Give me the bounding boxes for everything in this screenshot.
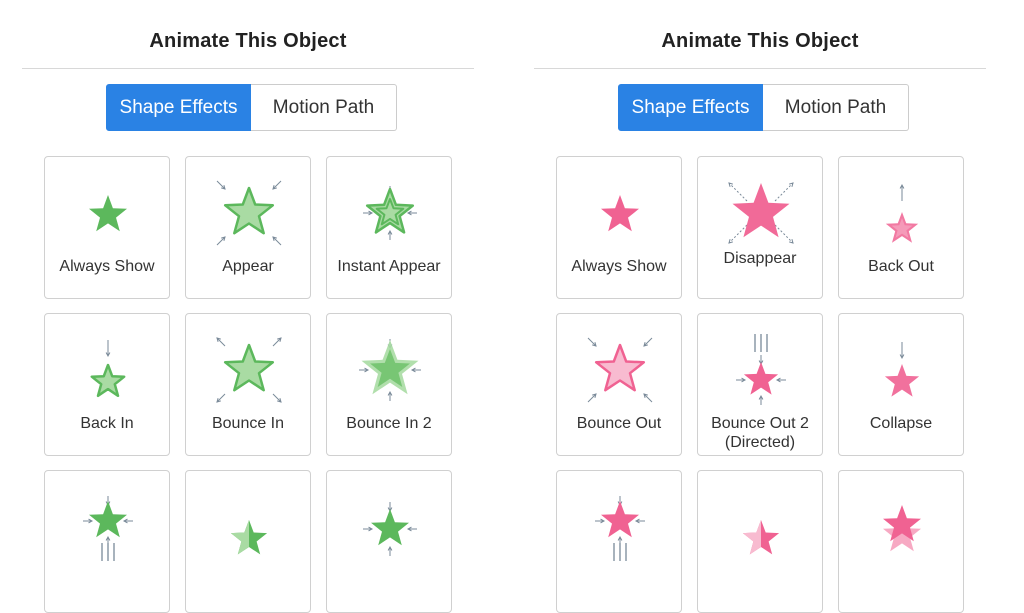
star-instant-appear-icon	[363, 186, 417, 240]
star-collapse-icon	[884, 342, 920, 397]
title-divider	[22, 68, 474, 69]
effect-label: Bounce In	[211, 415, 285, 432]
star-half-icon	[742, 520, 780, 555]
star-appear-icon	[216, 180, 282, 246]
effect-card-back-in[interactable]: Back In	[44, 313, 170, 456]
effect-type-toggle: Shape Effects Motion Path	[106, 84, 397, 131]
effect-card-bounce-in-2[interactable]: Bounce In 2	[326, 313, 452, 456]
effect-card-bounce-out[interactable]: Bounce Out	[556, 313, 682, 456]
effect-card-effect-6[interactable]	[44, 470, 170, 613]
effect-card-appear[interactable]: Appear	[185, 156, 311, 299]
panel-title: Animate This Object	[149, 30, 347, 52]
star-converge-icon	[363, 502, 417, 556]
effect-card-effect-8[interactable]	[326, 470, 452, 613]
star-bounce-in-2-icon	[359, 339, 421, 401]
effect-label: Bounce Out	[576, 415, 662, 432]
effect-card-bounce-out-2-directed[interactable]: Bounce Out 2 (Directed)	[697, 313, 823, 456]
effect-label: Collapse	[869, 415, 933, 432]
shape-effects-tab[interactable]: Shape Effects	[106, 84, 251, 131]
effect-card-always-show[interactable]: Always Show	[44, 156, 170, 299]
star-icon	[601, 195, 639, 232]
effect-card-effect-7[interactable]	[697, 470, 823, 613]
star-back-in-icon	[90, 340, 126, 398]
shape-effects-tab[interactable]: Shape Effects	[618, 84, 763, 131]
star-stack-icon	[883, 505, 921, 552]
star-partial-icon	[595, 496, 645, 561]
effect-card-back-out[interactable]: Back Out	[838, 156, 964, 299]
effect-label: Bounce In 2	[346, 415, 432, 432]
animate-panel-left: Animate This Object Shape Effects Motion P…	[22, 0, 474, 613]
effect-label: Bounce Out 2 (Directed)	[711, 415, 809, 451]
star-back-out-icon	[885, 183, 919, 243]
effect-label: Always Show	[59, 258, 155, 275]
star-partial-icon	[83, 496, 133, 561]
effect-label: Instant Appear	[337, 258, 441, 275]
effect-card-always-show[interactable]: Always Show	[556, 156, 682, 299]
effect-label: Back Out	[868, 258, 934, 275]
panel-title: Animate This Object	[661, 30, 859, 52]
motion-path-tab[interactable]: Motion Path	[763, 84, 909, 131]
star-bounce-out-2-icon	[736, 334, 786, 405]
effect-type-toggle: Shape Effects Motion Path	[618, 84, 909, 131]
motion-path-tab[interactable]: Motion Path	[251, 84, 397, 131]
effect-label: Always Show	[571, 258, 667, 275]
effect-card-bounce-in[interactable]: Bounce In	[185, 313, 311, 456]
title-divider	[534, 68, 986, 69]
effect-card-disappear[interactable]: Disappear	[697, 156, 823, 299]
effect-card-effect-8[interactable]	[838, 470, 964, 613]
star-bounce-out-icon	[587, 337, 653, 403]
effect-label: Appear	[222, 258, 274, 275]
star-disappear-icon	[728, 182, 794, 244]
animate-panel-right: Animate This Object Shape Effects Motion P…	[534, 0, 986, 613]
effect-card-effect-6[interactable]	[556, 470, 682, 613]
star-bounce-in-icon	[216, 337, 282, 403]
effect-card-instant-appear[interactable]: Instant Appear	[326, 156, 452, 299]
star-icon	[89, 195, 127, 232]
effect-card-collapse[interactable]: Collapse	[838, 313, 964, 456]
effect-card-effect-7[interactable]	[185, 470, 311, 613]
effect-label: Disappear	[723, 250, 797, 267]
star-half-icon	[230, 520, 268, 555]
effect-label: Back In	[80, 415, 134, 432]
